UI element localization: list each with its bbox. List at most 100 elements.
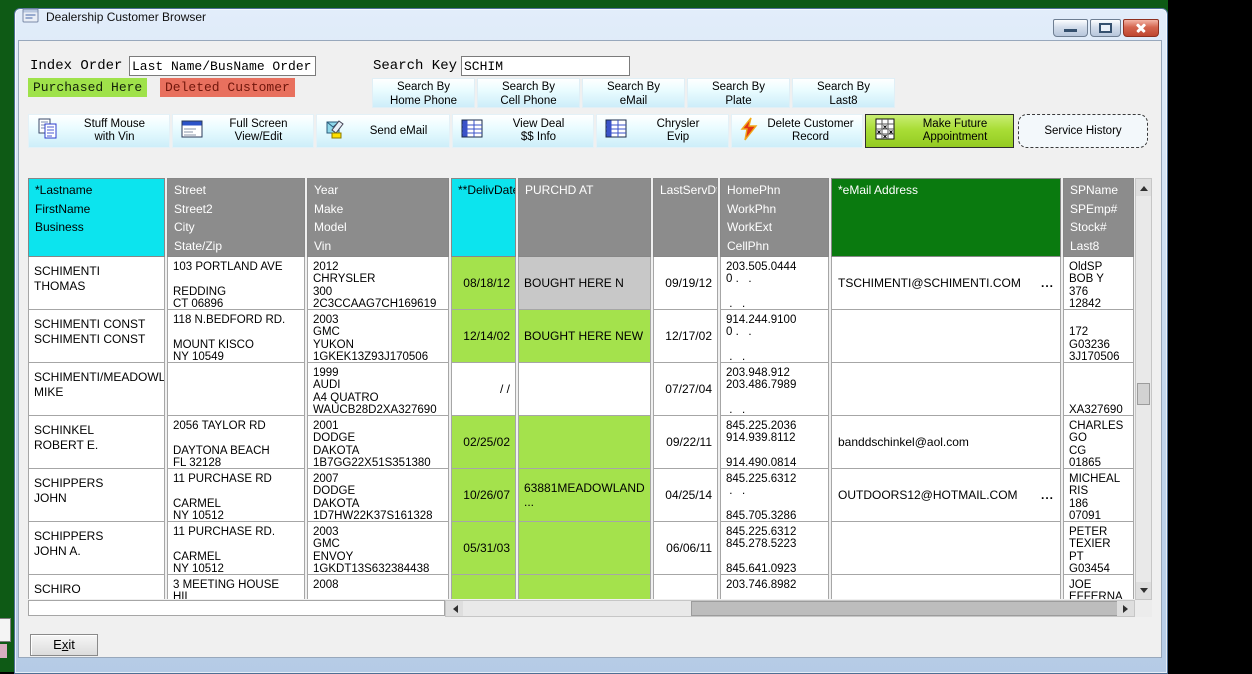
cell-email [831, 363, 1061, 416]
cell-address: 11 PURCHASE RD CARMEL NY 10512 [167, 469, 305, 522]
exit-label: it [68, 637, 75, 652]
column-header-lastservdt: LastServDt [653, 178, 718, 257]
search-key-input[interactable] [461, 56, 630, 76]
cell-vehicle: 2008 [307, 575, 449, 599]
cell-name: SCHIRO [28, 575, 165, 599]
delete-customer-record-button[interactable]: Delete Customer Record [731, 114, 863, 148]
table-row[interactable]: SCHINKEL ROBERT E. 2056 TAYLOR RD DAYTON… [28, 416, 1134, 469]
column-header-purchd-at: PURCHD AT [518, 178, 651, 257]
cell-phones: 203.746.8982 [720, 575, 829, 599]
search-by-plate-button[interactable]: Search By Plate [687, 78, 790, 108]
cell-deliv-date [451, 575, 516, 599]
scrollbar-corner [1135, 600, 1152, 617]
cell-purchd-at: BOUGHT HERE N [518, 257, 651, 310]
toolbar-button-label: Service History [1019, 125, 1147, 138]
cell-address: 103 PORTLAND AVE REDDING CT 06896 [167, 257, 305, 310]
search-by-last8-button[interactable]: Search By Last8 [792, 78, 895, 108]
cell-vehicle: 2007 DODGE DAKOTA 1D7HW22K37S161328 [307, 469, 449, 522]
table-icon [604, 117, 628, 145]
make-future-appointment-button[interactable]: Make Future Appointment [865, 114, 1014, 148]
search-by-cell-phone-button[interactable]: Search By Cell Phone [477, 78, 580, 108]
cell-last-serv-date: 06/06/11 [653, 522, 718, 575]
cell-address: 11 PURCHASE RD. CARMEL NY 10512 [167, 522, 305, 575]
desktop-icon-fragment [0, 644, 7, 658]
cell-salesperson: OldSP BOB Y 376 12842 CH169619 [1063, 257, 1134, 310]
maximize-icon [1099, 23, 1112, 33]
table-row[interactable]: SCHIRO 3 MEETING HOUSE HIL 2008 203.746.… [28, 575, 1134, 599]
table-row[interactable]: SCHIPPERS JOHN A. 11 PURCHASE RD. CARMEL… [28, 522, 1134, 575]
cell-purchd-at: 63881MEADOWLAND ... [518, 469, 651, 522]
table-row[interactable]: SCHIMENTI THOMAS 103 PORTLAND AVE REDDIN… [28, 257, 1134, 310]
send-email-button[interactable]: Send eMail [316, 114, 450, 148]
grid-body: SCHIMENTI THOMAS 103 PORTLAND AVE REDDIN… [28, 257, 1134, 599]
email-pencil-icon [324, 117, 348, 145]
cell-salesperson: 172 G03236 3J170506 [1063, 310, 1134, 363]
cell-phones: 203.505.0444 0 . . . . [720, 257, 829, 310]
vertical-scrollbar[interactable] [1135, 178, 1152, 600]
full-screen-view-edit-button[interactable]: Full Screen View/Edit [172, 114, 314, 148]
down-arrow-icon [1140, 588, 1148, 597]
cell-vehicle: 2003 GMC ENVOY 1GKDT13S632384438 [307, 522, 449, 575]
horizontal-scrollbar[interactable] [445, 600, 1135, 617]
search-by-home-phone-button[interactable]: Search By Home Phone [372, 78, 475, 108]
horizontal-scroll-thumb[interactable] [691, 601, 1119, 616]
cell-last-serv-date: 12/17/02 [653, 310, 718, 363]
cell-deliv-date: 02/25/02 [451, 416, 516, 469]
table-row[interactable]: SCHIMENTI/MEADOWLAND MIKE 1999 AUDI A4 Q… [28, 363, 1134, 416]
cell-salesperson: JOE EFFERNA [1063, 575, 1134, 599]
scroll-right-button[interactable] [1117, 601, 1134, 616]
right-arrow-icon [1123, 605, 1132, 613]
stuff-mouse-with-vin-button[interactable]: Stuff Mouse with Vin [28, 114, 170, 148]
cell-last-serv-date [653, 575, 718, 599]
toolbar-button-label: Full Screen View/Edit [204, 118, 313, 144]
toolbar-button-label: Delete Customer Record [759, 118, 862, 144]
index-order-label: Index Order [30, 58, 122, 75]
cell-purchd-at [518, 575, 651, 599]
cell-deliv-date: 10/26/07 [451, 469, 516, 522]
desktop-icon-fragment [0, 618, 11, 642]
cell-address: 3 MEETING HOUSE HIL [167, 575, 305, 599]
search-by-email-button[interactable]: Search By eMail [582, 78, 685, 108]
cell-email [831, 522, 1061, 575]
cell-purchd-at: BOUGHT HERE NEW [518, 310, 651, 363]
cell-vehicle: 1999 AUDI A4 QUATRO WAUCB28D2XA327690 [307, 363, 449, 416]
service-history-button[interactable]: Service History [1018, 114, 1148, 148]
cell-address: 118 N.BEDFORD RD. MOUNT KISCO NY 10549 [167, 310, 305, 363]
exit-button[interactable]: Exit [30, 634, 98, 656]
index-order-input[interactable] [129, 56, 316, 76]
search-key-label: Search Key [373, 58, 457, 75]
scroll-up-button[interactable] [1136, 179, 1151, 196]
table-row[interactable]: SCHIMENTI CONST SCHIMENTI CONST 118 N.BE… [28, 310, 1134, 363]
deleted-customer-badge: Deleted Customer [160, 78, 295, 97]
close-button[interactable] [1123, 19, 1159, 37]
cell-salesperson: PETER TEXIER PT G03454 32384438 [1063, 522, 1134, 575]
exit-label: E [53, 637, 62, 652]
scroll-left-button[interactable] [446, 601, 463, 616]
documents-icon [36, 117, 60, 145]
email-more-button[interactable]: ... [1041, 276, 1054, 290]
column-header-email: *eMail Address [831, 178, 1061, 257]
cell-email [831, 310, 1061, 363]
toolbar-button-label: Send eMail [348, 125, 449, 138]
cell-deliv-date: / / [451, 363, 516, 416]
email-text: OUTDOORS12@HOTMAIL.COM [838, 488, 1018, 502]
minimize-icon [1064, 29, 1077, 32]
cell-phones: 845.225.2036 914.939.8112 914.490.0814 [720, 416, 829, 469]
maximize-button[interactable] [1090, 19, 1121, 37]
minimize-button[interactable] [1053, 19, 1088, 37]
column-header-vehicle: Year Make Model Vin [307, 178, 449, 257]
email-more-button[interactable]: ... [1041, 488, 1054, 502]
vertical-scroll-thumb[interactable] [1137, 383, 1150, 405]
cell-vehicle: 2012 CHRYSLER 300 2C3CCAAG7CH169619 [307, 257, 449, 310]
cell-email: banddschinkel@aol.com [831, 416, 1061, 469]
cell-phones: 914.244.9100 0 . . . . [720, 310, 829, 363]
window-title: Dealership Customer Browser [46, 10, 206, 24]
toolbar-button-label: View Deal $$ Info [484, 118, 593, 144]
cell-last-serv-date: 09/22/11 [653, 416, 718, 469]
table-icon [460, 117, 484, 145]
chrysler-evip-button[interactable]: Chrysler Evip [596, 114, 729, 148]
view-deal-info-button[interactable]: View Deal $$ Info [452, 114, 594, 148]
table-row[interactable]: SCHIPPERS JOHN 11 PURCHASE RD CARMEL NY … [28, 469, 1134, 522]
toolbar-button-label: Chrysler Evip [628, 118, 728, 144]
scroll-down-button[interactable] [1136, 582, 1151, 599]
